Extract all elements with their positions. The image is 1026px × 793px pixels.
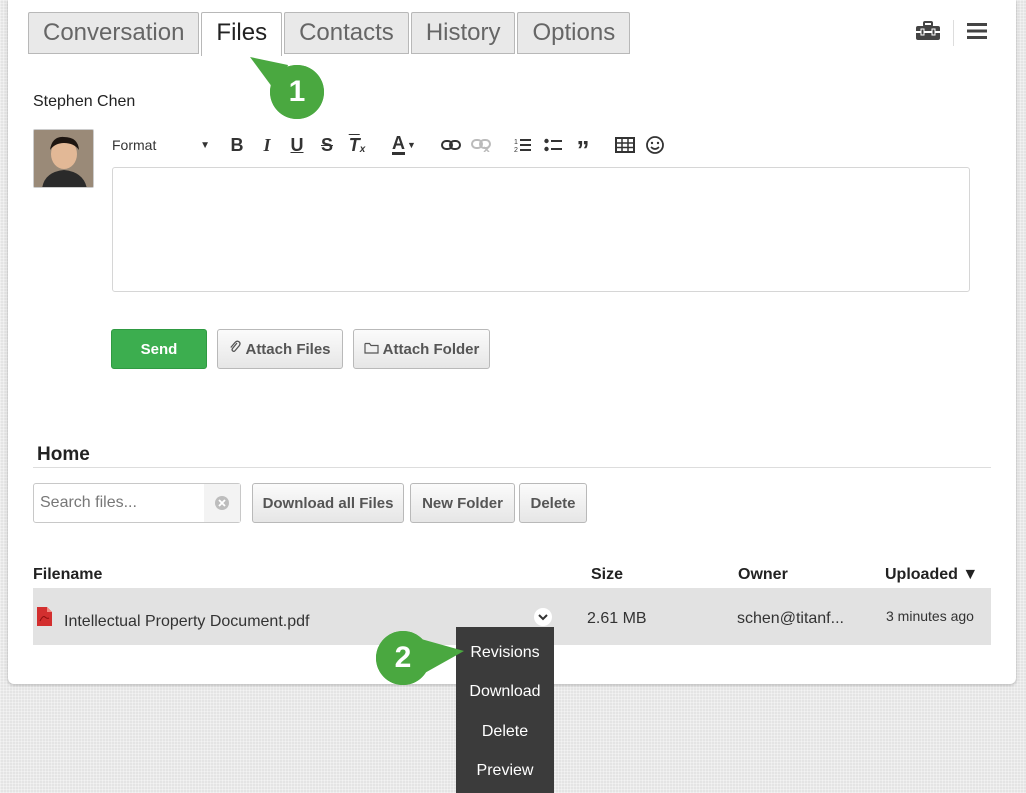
menu-item-delete[interactable]: Delete	[456, 712, 554, 752]
format-dropdown[interactable]: Format ▼	[112, 137, 210, 153]
menu-item-revisions[interactable]: Revisions	[456, 633, 554, 673]
bold-icon[interactable]: B	[222, 133, 252, 157]
column-header-filename[interactable]: Filename	[33, 566, 102, 584]
callout-2: 2	[376, 631, 430, 685]
unlink-icon[interactable]	[466, 133, 496, 157]
pdf-file-icon	[37, 607, 52, 631]
numbered-list-icon[interactable]: 12	[508, 133, 538, 157]
search-input[interactable]	[40, 494, 200, 512]
clear-formatting-icon[interactable]: Tx	[342, 133, 372, 157]
separator	[953, 20, 954, 46]
paperclip-icon	[229, 340, 242, 358]
bulleted-list-icon[interactable]	[538, 133, 568, 157]
file-owner: schen@titanf...	[737, 610, 844, 627]
font-color-icon[interactable]: A ▼	[384, 133, 424, 157]
attach-folder-label: Attach Folder	[382, 340, 480, 358]
attach-folder-button[interactable]: Attach Folder	[353, 329, 490, 369]
send-button[interactable]: Send	[111, 329, 207, 369]
top-icons	[915, 20, 988, 46]
svg-text:2: 2	[514, 147, 518, 153]
tab-conversation[interactable]: Conversation	[28, 12, 200, 54]
tab-options[interactable]: Options	[517, 12, 631, 54]
column-header-uploaded[interactable]: Uploaded ▼	[885, 566, 978, 584]
file-name[interactable]: Intellectual Property Document.pdf	[64, 613, 309, 631]
tab-bar: Conversation Files Contacts History Opti…	[28, 12, 632, 56]
tab-files[interactable]: Files	[201, 12, 283, 56]
italic-icon[interactable]: I	[252, 133, 282, 157]
clear-search-icon[interactable]	[204, 484, 240, 522]
table-icon[interactable]	[610, 133, 640, 157]
chevron-down-icon[interactable]	[534, 608, 552, 626]
tab-history[interactable]: History	[410, 12, 516, 54]
search-box	[33, 483, 241, 523]
new-folder-button[interactable]: New Folder	[410, 483, 515, 523]
folder-icon	[364, 341, 379, 358]
svg-text:1: 1	[514, 139, 518, 146]
tab-contacts[interactable]: Contacts	[284, 12, 409, 54]
column-header-size[interactable]: Size	[591, 566, 623, 584]
format-label: Format	[112, 137, 157, 153]
main-panel: Conversation Files Contacts History Opti…	[8, 0, 1016, 684]
row-context-menu: Revisions Download Delete Preview	[456, 627, 554, 793]
file-uploaded: 3 minutes ago	[886, 608, 974, 624]
send-label: Send	[140, 340, 178, 358]
editor-toolbar: Format ▼ B I U S Tx A ▼ 12 ”	[112, 133, 670, 163]
user-name: Stephen Chen	[33, 93, 136, 110]
emoji-icon[interactable]	[640, 133, 670, 157]
delete-button[interactable]: Delete	[519, 483, 587, 523]
link-icon[interactable]	[436, 133, 466, 157]
file-size: 2.61 MB	[587, 610, 647, 627]
divider	[33, 467, 991, 468]
strikethrough-icon[interactable]: S	[312, 133, 342, 157]
blockquote-icon[interactable]: ”	[568, 133, 598, 163]
message-editor[interactable]	[112, 167, 970, 292]
column-header-owner[interactable]: Owner	[738, 566, 788, 584]
attach-files-label: Attach Files	[245, 340, 331, 358]
callout-1: 1	[270, 65, 324, 119]
menu-item-preview[interactable]: Preview	[456, 752, 554, 792]
caret-down-icon: ▼	[200, 139, 210, 151]
underline-icon[interactable]: U	[282, 133, 312, 157]
menu-item-download[interactable]: Download	[456, 673, 554, 713]
toolbox-icon[interactable]	[915, 20, 941, 46]
menu-icon[interactable]	[966, 22, 988, 45]
download-all-button[interactable]: Download all Files	[252, 483, 404, 523]
download-all-label: Download all Files	[262, 494, 394, 512]
avatar	[33, 129, 94, 188]
new-folder-label: New Folder	[422, 494, 503, 512]
attach-files-button[interactable]: Attach Files	[217, 329, 343, 369]
files-section-title: Home	[37, 444, 90, 465]
delete-label: Delete	[530, 494, 576, 512]
